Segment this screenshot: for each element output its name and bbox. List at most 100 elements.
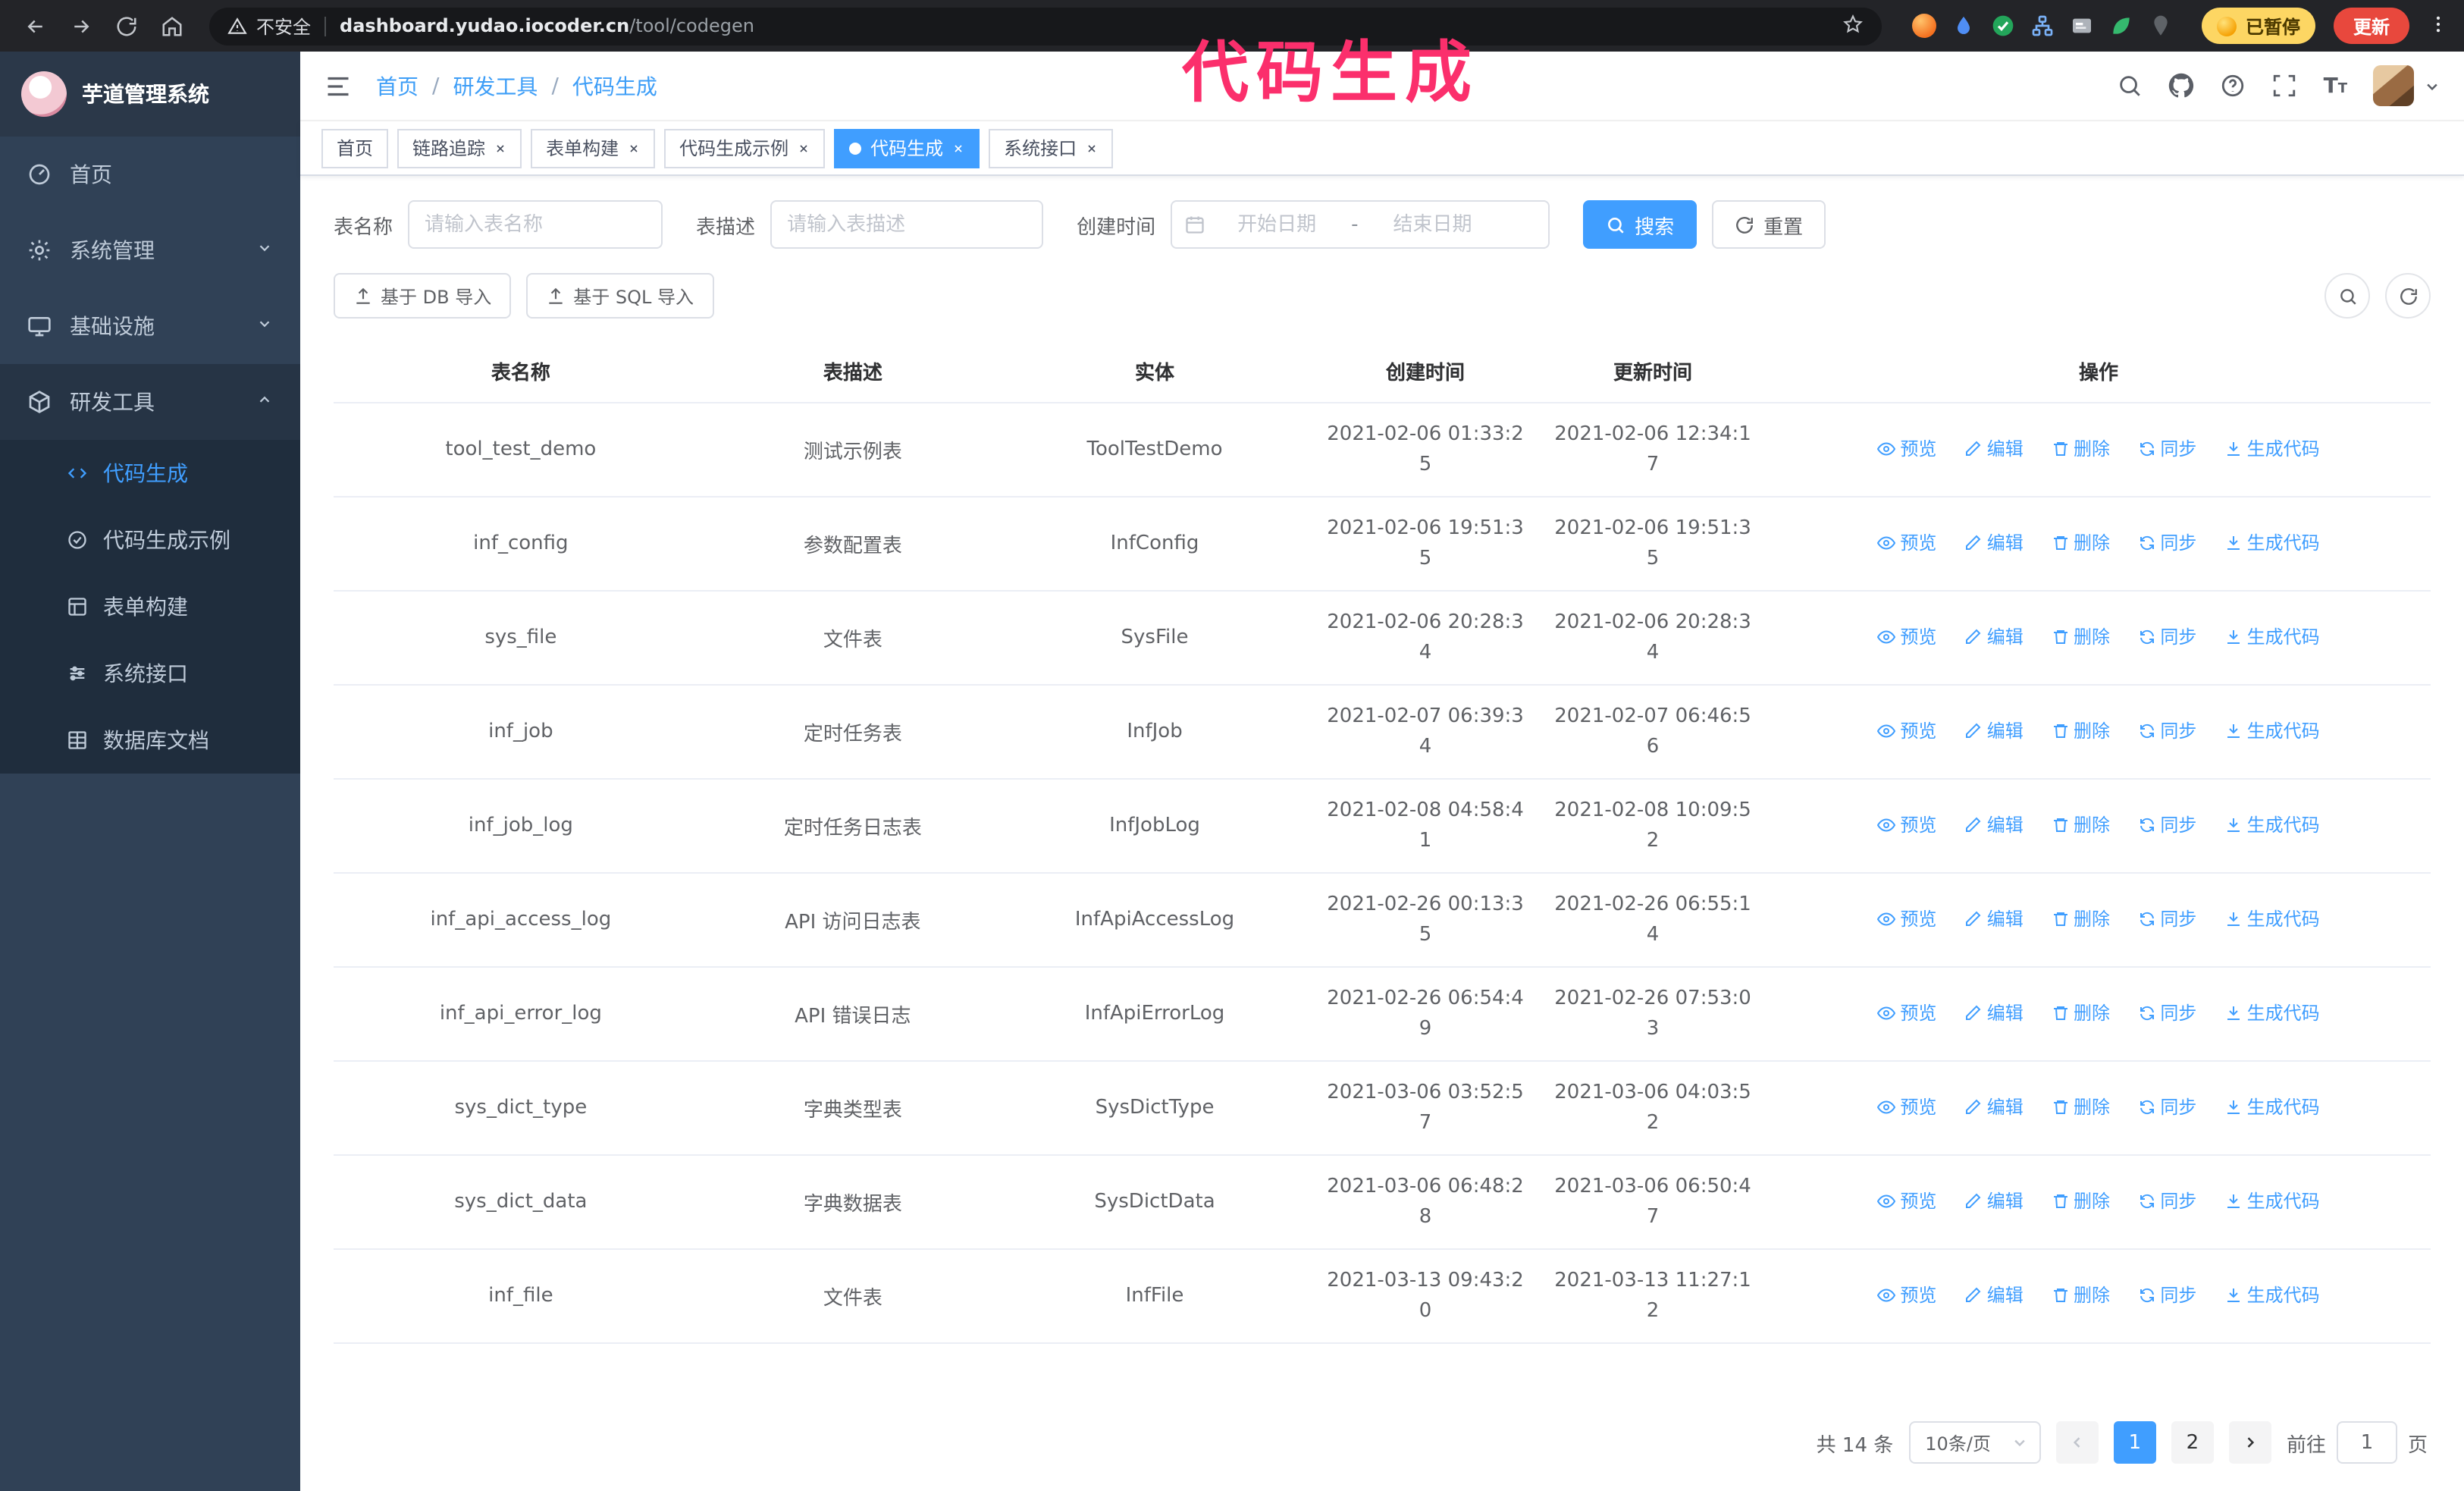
delete-link[interactable]: 删除 — [2051, 1282, 2110, 1308]
tab-close-icon[interactable] — [952, 142, 964, 154]
goto-page-input[interactable] — [2336, 1421, 2397, 1464]
generate-code-link[interactable]: 生成代码 — [2224, 1000, 2320, 1026]
droplet-extension-icon[interactable] — [1951, 13, 1977, 39]
sidebar-item-codegen-example[interactable]: 代码生成示例 — [0, 507, 300, 573]
tab-close-icon[interactable] — [1086, 142, 1098, 154]
edit-link[interactable]: 编辑 — [1964, 1282, 2024, 1308]
edit-link[interactable]: 编辑 — [1964, 906, 2024, 932]
help-icon[interactable] — [2221, 73, 2246, 99]
delete-link[interactable]: 删除 — [2051, 812, 2110, 838]
delete-link[interactable]: 删除 — [2051, 718, 2110, 744]
forward-icon[interactable] — [61, 6, 100, 46]
pin-extension-icon[interactable] — [2149, 13, 2174, 39]
start-date-input[interactable] — [1212, 203, 1343, 246]
tab-tracing[interactable]: 链路追踪 — [397, 128, 522, 168]
refresh-table-button[interactable] — [2385, 273, 2431, 319]
generate-code-link[interactable]: 生成代码 — [2224, 1094, 2320, 1120]
delete-link[interactable]: 删除 — [2051, 624, 2110, 650]
sync-link[interactable]: 同步 — [2137, 718, 2196, 744]
fox-extension-icon[interactable] — [1912, 13, 1938, 39]
search-icon[interactable] — [2118, 73, 2143, 99]
tab-form-builder[interactable]: 表单构建 — [531, 128, 656, 168]
card-extension-icon[interactable] — [2070, 13, 2096, 39]
hamburger-icon[interactable] — [324, 72, 352, 99]
fullscreen-icon[interactable] — [2272, 73, 2298, 99]
tab-codegen-example[interactable]: 代码生成示例 — [664, 128, 826, 168]
sync-link[interactable]: 同步 — [2137, 436, 2196, 462]
generate-code-link[interactable]: 生成代码 — [2224, 718, 2320, 744]
address-bar[interactable]: 不安全 dashboard.yudao.iocoder.cn /tool/cod… — [209, 7, 1882, 45]
delete-link[interactable]: 删除 — [2051, 1188, 2110, 1214]
org-chart-extension-icon[interactable] — [2030, 13, 2056, 39]
reload-icon[interactable] — [106, 6, 146, 46]
breadcrumb-dev-tools[interactable]: 研发工具 — [453, 71, 538, 101]
check-circle-extension-icon[interactable] — [1991, 13, 2017, 39]
page-button-1[interactable]: 1 — [2113, 1421, 2156, 1464]
table-name-input[interactable] — [408, 200, 663, 249]
sidebar-item-database-doc[interactable]: 数据库文档 — [0, 707, 300, 774]
preview-link[interactable]: 预览 — [1877, 906, 1936, 932]
sidebar-item-system-api[interactable]: 系统接口 — [0, 640, 300, 707]
sync-link[interactable]: 同步 — [2137, 1282, 2196, 1308]
paused-badge[interactable]: 已暂停 — [2201, 8, 2315, 44]
sync-link[interactable]: 同步 — [2137, 1188, 2196, 1214]
generate-code-link[interactable]: 生成代码 — [2224, 812, 2320, 838]
prev-page-button[interactable] — [2055, 1421, 2099, 1464]
edit-link[interactable]: 编辑 — [1964, 1188, 2024, 1214]
generate-code-link[interactable]: 生成代码 — [2224, 1282, 2320, 1308]
tab-close-icon[interactable] — [494, 142, 506, 154]
sync-link[interactable]: 同步 — [2137, 624, 2196, 650]
edit-link[interactable]: 编辑 — [1964, 530, 2024, 556]
import-db-button[interactable]: 基于 DB 导入 — [334, 273, 512, 319]
generate-code-link[interactable]: 生成代码 — [2224, 1188, 2320, 1214]
edit-link[interactable]: 编辑 — [1964, 1000, 2024, 1026]
generate-code-link[interactable]: 生成代码 — [2224, 436, 2320, 462]
generate-code-link[interactable]: 生成代码 — [2224, 530, 2320, 556]
sync-link[interactable]: 同步 — [2137, 906, 2196, 932]
edit-link[interactable]: 编辑 — [1964, 812, 2024, 838]
tab-close-icon[interactable] — [798, 142, 810, 154]
github-icon[interactable] — [2169, 73, 2195, 99]
preview-link[interactable]: 预览 — [1877, 812, 1936, 838]
leaf-extension-icon[interactable] — [2109, 13, 2135, 39]
sidebar-item-dev-tools[interactable]: 研发工具 — [0, 364, 300, 440]
update-browser-button[interactable]: 更新 — [2333, 8, 2409, 44]
edit-link[interactable]: 编辑 — [1964, 624, 2024, 650]
delete-link[interactable]: 删除 — [2051, 906, 2110, 932]
user-menu[interactable] — [2373, 65, 2440, 106]
tab-close-icon[interactable] — [628, 142, 640, 154]
delete-link[interactable]: 删除 — [2051, 1000, 2110, 1026]
toggle-search-button[interactable] — [2324, 273, 2370, 319]
generate-code-link[interactable]: 生成代码 — [2224, 906, 2320, 932]
breadcrumb-home[interactable]: 首页 — [376, 71, 419, 101]
delete-link[interactable]: 删除 — [2051, 436, 2110, 462]
security-status[interactable]: 不安全 — [227, 13, 311, 39]
next-page-button[interactable] — [2228, 1421, 2271, 1464]
sync-link[interactable]: 同步 — [2137, 1094, 2196, 1120]
import-sql-button[interactable]: 基于 SQL 导入 — [526, 273, 713, 319]
edit-link[interactable]: 编辑 — [1964, 436, 2024, 462]
delete-link[interactable]: 删除 — [2051, 1094, 2110, 1120]
preview-link[interactable]: 预览 — [1877, 436, 1936, 462]
reset-button[interactable]: 重置 — [1712, 200, 1826, 249]
preview-link[interactable]: 预览 — [1877, 718, 1936, 744]
tab-home[interactable]: 首页 — [321, 128, 389, 168]
end-date-input[interactable] — [1367, 203, 1498, 246]
edit-link[interactable]: 编辑 — [1964, 718, 2024, 744]
edit-link[interactable]: 编辑 — [1964, 1094, 2024, 1120]
table-desc-input[interactable] — [770, 200, 1044, 249]
page-button-2[interactable]: 2 — [2171, 1421, 2214, 1464]
search-button[interactable]: 搜索 — [1583, 200, 1698, 249]
preview-link[interactable]: 预览 — [1877, 1094, 1936, 1120]
sidebar-item-form-builder[interactable]: 表单构建 — [0, 573, 300, 640]
sidebar-item-code-generation[interactable]: 代码生成 — [0, 440, 300, 507]
sidebar-item-home[interactable]: 首页 — [0, 137, 300, 212]
sync-link[interactable]: 同步 — [2137, 1000, 2196, 1026]
sidebar-item-infrastructure[interactable]: 基础设施 — [0, 288, 300, 364]
preview-link[interactable]: 预览 — [1877, 1282, 1936, 1308]
generate-code-link[interactable]: 生成代码 — [2224, 624, 2320, 650]
font-size-icon[interactable] — [2324, 74, 2347, 98]
date-range-picker[interactable]: - — [1171, 200, 1550, 249]
preview-link[interactable]: 预览 — [1877, 530, 1936, 556]
preview-link[interactable]: 预览 — [1877, 624, 1936, 650]
